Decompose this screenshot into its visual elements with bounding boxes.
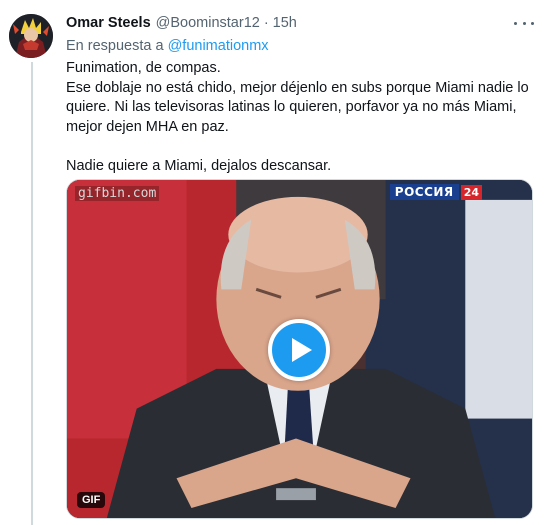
play-button[interactable] bbox=[268, 319, 330, 381]
reply-context: En respuesta a @funimationmx bbox=[66, 38, 269, 54]
channel-name: РОССИЯ bbox=[389, 184, 459, 200]
more-dot bbox=[522, 21, 526, 25]
channel-logo: РОССИЯ 24 bbox=[389, 184, 482, 200]
avatar-image bbox=[9, 14, 53, 58]
reply-to-link[interactable]: @funimationmx bbox=[168, 38, 269, 54]
more-dot bbox=[514, 21, 517, 25]
avatar[interactable] bbox=[9, 14, 53, 58]
more-horizontal-icon[interactable] bbox=[514, 15, 534, 31]
gif-watermark: gifbin.com bbox=[75, 186, 160, 201]
gif-badge: GIF bbox=[77, 492, 106, 508]
author-handle[interactable]: @Boominstar12 bbox=[156, 15, 260, 31]
play-icon bbox=[291, 338, 312, 362]
more-dot bbox=[531, 21, 534, 25]
tweet-text: Funimation, de compas. Ese doblaje no es… bbox=[66, 59, 536, 176]
tweet-time[interactable]: 15h bbox=[273, 15, 297, 31]
author-name[interactable]: Omar Steels bbox=[66, 15, 151, 31]
channel-number: 24 bbox=[460, 184, 482, 200]
reply-prefix: En respuesta a bbox=[66, 38, 164, 54]
gif-media[interactable]: gifbin.com РОССИЯ 24 GIF bbox=[66, 179, 533, 519]
tweet-text-line: Funimation, de compas. bbox=[66, 60, 221, 76]
tweet-text-line: Ese doblaje no está chido, mejor déjenlo… bbox=[66, 79, 529, 135]
header-separator: · bbox=[263, 15, 269, 31]
tweet-header: Omar Steels @Boominstar12 · 15h bbox=[66, 15, 297, 33]
tweet-text-line: Nadie quiere a Miami, dejalos descansar. bbox=[66, 157, 332, 174]
thread-line bbox=[31, 62, 33, 525]
